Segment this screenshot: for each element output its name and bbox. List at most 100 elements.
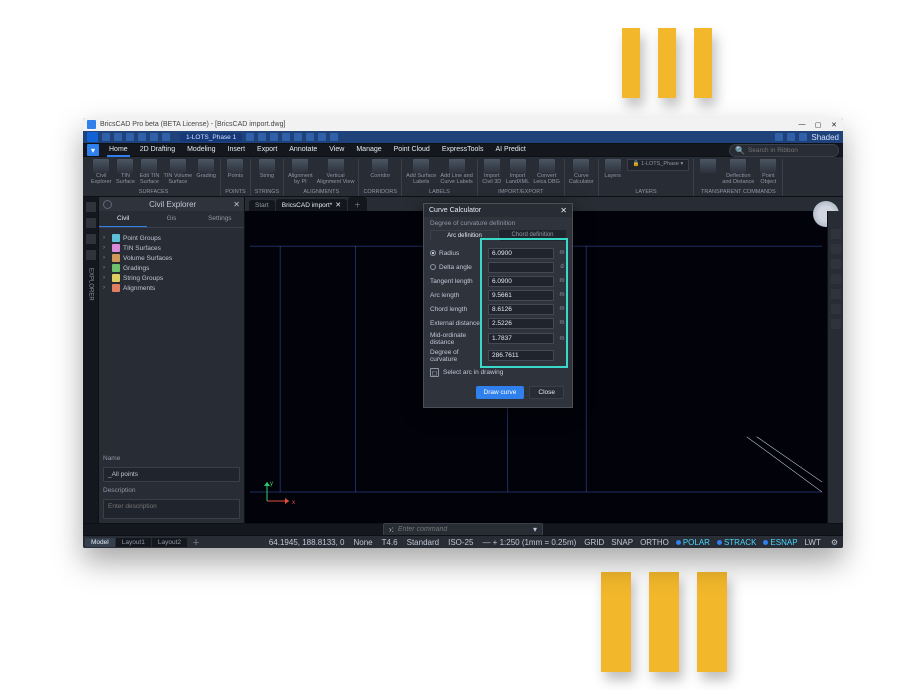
- explorer-tab-settings[interactable]: Settings: [196, 211, 244, 227]
- qat-open-icon[interactable]: [114, 133, 122, 141]
- doc-tab-start[interactable]: Start: [249, 200, 275, 211]
- field-input[interactable]: [488, 318, 554, 329]
- tab-express-tools[interactable]: ExpressTools: [440, 144, 486, 157]
- tab-export[interactable]: Export: [255, 144, 279, 157]
- ribbon-button[interactable]: Corridor: [370, 159, 390, 180]
- gear-icon[interactable]: ⚙: [827, 537, 841, 548]
- tree-item[interactable]: ›Gradings: [103, 263, 240, 273]
- tab-home[interactable]: Home: [107, 144, 130, 157]
- qat-save-icon[interactable]: [126, 133, 134, 141]
- tab-ai-predict[interactable]: AI Predict: [493, 144, 527, 157]
- dialog-tab-arc[interactable]: Arc definition: [430, 230, 499, 241]
- field-input[interactable]: [488, 350, 554, 361]
- rail-item[interactable]: [86, 250, 96, 260]
- rail-tool-icon[interactable]: [831, 319, 841, 329]
- tree-item[interactable]: ›TIN Surfaces: [103, 243, 240, 253]
- ribbon-button[interactable]: Import Civil 3D: [482, 159, 502, 185]
- tree-item[interactable]: ›Volume Surfaces: [103, 253, 240, 263]
- qat-icon[interactable]: [258, 133, 266, 141]
- qat-undo-icon[interactable]: [150, 133, 158, 141]
- ribbon-button[interactable]: Add Surface Labels: [406, 159, 436, 185]
- display-mode-label[interactable]: Shaded: [811, 133, 839, 142]
- radio-button[interactable]: [430, 250, 436, 256]
- ribbon-button[interactable]: [698, 159, 718, 185]
- layout-tab[interactable]: Layout2: [152, 538, 187, 547]
- rail-item[interactable]: [86, 234, 96, 244]
- doc-tab-add[interactable]: ＋: [348, 197, 367, 211]
- ribbon-search-input[interactable]: [748, 147, 828, 154]
- ribbon-button[interactable]: Add Line and Curve Labels: [440, 159, 472, 185]
- ribbon-button[interactable]: Point Object: [758, 159, 778, 185]
- tab-annotate[interactable]: Annotate: [287, 144, 319, 157]
- rail-tool-icon[interactable]: [831, 274, 841, 284]
- qat-icon[interactable]: [294, 133, 302, 141]
- window-maximize-button[interactable]: ▢: [813, 120, 823, 130]
- qat-redo-icon[interactable]: [162, 133, 170, 141]
- ribbon-button[interactable]: String: [257, 159, 277, 180]
- explorer-tab-gis[interactable]: Gis: [147, 211, 195, 227]
- rail-tool-icon[interactable]: [831, 259, 841, 269]
- tab-point-cloud[interactable]: Point Cloud: [392, 144, 432, 157]
- name-input[interactable]: [103, 467, 240, 482]
- field-input[interactable]: [488, 333, 554, 344]
- qat-icon[interactable]: [318, 133, 326, 141]
- app-start-button[interactable]: ▾: [87, 144, 99, 156]
- tab-2d-drafting[interactable]: 2D Drafting: [138, 144, 177, 157]
- close-icon[interactable]: ✕: [335, 201, 341, 209]
- radio-button[interactable]: [430, 264, 436, 270]
- tab-modeling[interactable]: Modeling: [185, 144, 217, 157]
- description-input[interactable]: [103, 499, 240, 519]
- ribbon-button[interactable]: Vertical Alignment View: [317, 159, 355, 185]
- panel-close-icon[interactable]: ✕: [233, 200, 240, 209]
- viewport[interactable]: Start BricsCAD import* ✕ ＋: [245, 197, 843, 523]
- ribbon-button[interactable]: Layers: [603, 159, 623, 180]
- add-layout-button[interactable]: ＋: [188, 537, 204, 548]
- layout-tab[interactable]: Layout1: [116, 538, 151, 547]
- ribbon-search[interactable]: 🔍: [729, 144, 839, 157]
- rail-tool-icon[interactable]: [831, 289, 841, 299]
- field-input[interactable]: [488, 248, 554, 259]
- ribbon-button[interactable]: Edit TIN Surface: [139, 159, 159, 185]
- layer-dropdown[interactable]: 🔒 1-LOTS_Phase ▾: [627, 159, 690, 180]
- ribbon-button[interactable]: Grading: [196, 159, 216, 185]
- window-close-button[interactable]: ✕: [829, 120, 839, 130]
- rail-item[interactable]: [86, 202, 96, 212]
- viewport-mode-icon[interactable]: [787, 133, 795, 141]
- ribbon-button[interactable]: Convert Leica DBG: [533, 159, 560, 185]
- tab-view[interactable]: View: [327, 144, 346, 157]
- qat-icon[interactable]: [306, 133, 314, 141]
- tree-item[interactable]: ›Point Groups: [103, 233, 240, 243]
- tab-manage[interactable]: Manage: [354, 144, 383, 157]
- rail-tool-icon[interactable]: [831, 244, 841, 254]
- qat-new-icon[interactable]: [102, 133, 110, 141]
- tree-item[interactable]: ›String Groups: [103, 273, 240, 283]
- field-input[interactable]: [488, 262, 554, 273]
- rail-item[interactable]: [86, 218, 96, 228]
- doc-tab-current[interactable]: BricsCAD import* ✕: [276, 199, 347, 211]
- field-input[interactable]: [488, 290, 554, 301]
- ribbon-button[interactable]: Curve Calculator: [569, 159, 594, 185]
- qat-icon[interactable]: [330, 133, 338, 141]
- ribbon-button[interactable]: Alignment by PI: [288, 159, 312, 185]
- close-button[interactable]: Close: [529, 386, 564, 399]
- layout-tab-model[interactable]: Model: [85, 538, 115, 547]
- rail-tool-icon[interactable]: [831, 229, 841, 239]
- draw-curve-button[interactable]: Draw curve: [476, 386, 525, 399]
- viewport-mode-icon[interactable]: [799, 133, 807, 141]
- ribbon-button[interactable]: TIN Volume Surface: [163, 159, 192, 185]
- tree-item[interactable]: ›Alignments: [103, 283, 240, 293]
- ribbon-button[interactable]: Points: [225, 159, 245, 180]
- qat-file-tab[interactable]: 1-LOTS_Phase 1: [180, 133, 242, 142]
- ribbon-button[interactable]: TIN Surface: [115, 159, 135, 185]
- qat-icon[interactable]: [270, 133, 278, 141]
- tab-insert[interactable]: Insert: [226, 144, 248, 157]
- ribbon-button[interactable]: Civil Explorer: [91, 159, 111, 185]
- viewport-mode-icon[interactable]: [775, 133, 783, 141]
- app-menu-button[interactable]: [87, 132, 98, 142]
- field-input[interactable]: [488, 276, 554, 287]
- qat-icon[interactable]: [246, 133, 254, 141]
- ribbon-button[interactable]: Import LandXML: [506, 159, 530, 185]
- window-minimize-button[interactable]: —: [797, 120, 807, 130]
- pick-icon[interactable]: ◻: [430, 368, 439, 377]
- dialog-close-icon[interactable]: ✕: [560, 206, 567, 215]
